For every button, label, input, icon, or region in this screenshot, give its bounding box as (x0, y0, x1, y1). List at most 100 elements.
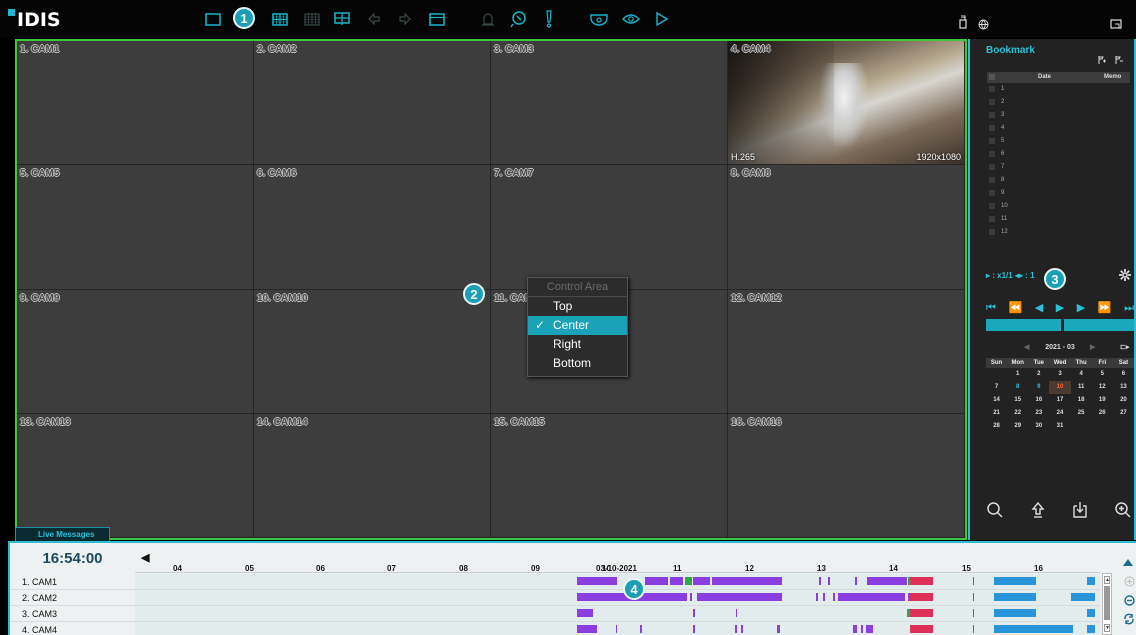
bookmark-row[interactable]: 12 (987, 226, 1130, 239)
channel-track[interactable] (135, 574, 1100, 590)
calendar-day[interactable]: 16 (1028, 394, 1049, 407)
calendar-day[interactable]: 20 (1113, 394, 1134, 407)
channel-track[interactable] (135, 606, 1100, 622)
calendar-day[interactable]: 14 (986, 394, 1007, 407)
view-icon[interactable] (620, 10, 642, 28)
camera-tile-live[interactable]: 4. CAM4 H.265 1920x1080 (728, 41, 965, 166)
menu-item-center[interactable]: ✓ Center (528, 316, 627, 335)
bookmark-row[interactable]: 9 (987, 187, 1130, 200)
timeline-scrollbar[interactable]: ▲ ▼ (1102, 573, 1112, 635)
calendar-day[interactable]: 4 (1071, 368, 1092, 381)
calendar-day[interactable]: 2 (1028, 368, 1049, 381)
settings-gear-icon[interactable] (1118, 268, 1132, 282)
bookmark-row[interactable]: 1 (987, 83, 1130, 96)
camera-tile[interactable]: 13. CAM13 (17, 413, 254, 538)
calendar-day[interactable]: 5 (1092, 368, 1113, 381)
menu-item-bottom[interactable]: Bottom (528, 354, 627, 373)
calendar-day[interactable]: 22 (1007, 407, 1028, 420)
camera-tile[interactable]: 10. CAM10 (254, 289, 491, 414)
collapse-up-icon[interactable] (1122, 557, 1134, 567)
calendar-day[interactable]: 9 (1028, 381, 1049, 394)
camera-tile[interactable]: 8. CAM8 (728, 165, 965, 290)
bookmark-row[interactable]: 8 (987, 174, 1130, 187)
camera-tile[interactable]: 2. CAM2 (254, 41, 491, 166)
camera-tile[interactable]: 1. CAM1 (17, 41, 254, 166)
menu-item-right[interactable]: Right (528, 335, 627, 354)
download-icon[interactable] (1071, 501, 1091, 521)
channel-track[interactable] (135, 590, 1100, 606)
calendar-day[interactable]: 1 (1007, 368, 1028, 381)
calendar-day[interactable]: 29 (1007, 420, 1028, 433)
bookmark-row[interactable]: 4 (987, 122, 1130, 135)
export-icon[interactable] (1029, 501, 1049, 521)
play-icon[interactable]: ▶ (1056, 301, 1064, 315)
fullscreen-icon[interactable] (427, 10, 447, 28)
window-icon[interactable] (1108, 17, 1124, 31)
calendar-day[interactable]: 13 (1113, 381, 1134, 394)
ptz-icon[interactable] (507, 9, 529, 29)
calendar-day[interactable]: 19 (1092, 394, 1113, 407)
prev-group-icon[interactable] (364, 10, 384, 28)
fisheye-icon[interactable] (588, 10, 610, 28)
search-icon[interactable] (986, 501, 1006, 521)
calendar-day[interactable]: 10 (1049, 381, 1071, 394)
fast-forward-icon[interactable]: ⏩ (1098, 301, 1112, 315)
zoom-in-icon[interactable] (1114, 501, 1134, 521)
camera-tile[interactable]: 16. CAM16 (728, 413, 965, 538)
globe-icon[interactable] (976, 17, 990, 31)
go-first-icon[interactable]: ⏮ (986, 301, 996, 315)
calendar-day[interactable]: 27 (1113, 407, 1134, 420)
remove-bookmark-icon[interactable] (1113, 54, 1125, 66)
bookmark-row[interactable]: 10 (987, 200, 1130, 213)
channel-label[interactable]: 3. CAM3 (10, 606, 135, 622)
calendar-mode-icon[interactable]: ⊏▸ (1120, 341, 1129, 355)
layout-2x2-icon[interactable] (270, 10, 290, 28)
camera-tile[interactable]: 15. CAM15 (491, 413, 728, 538)
camera-tile[interactable]: 7. CAM7 (491, 165, 728, 290)
timeline-left-arrow-icon[interactable]: ◀ (141, 551, 149, 564)
calendar-day[interactable]: 15 (1007, 394, 1028, 407)
bookmark-row[interactable]: 7 (987, 161, 1130, 174)
next-month-icon[interactable]: ▶ (1090, 341, 1095, 355)
bookmark-row[interactable]: 3 (987, 109, 1130, 122)
calendar-day[interactable]: 3 (1049, 368, 1070, 381)
playback-progress[interactable] (986, 319, 1134, 331)
calendar-day[interactable]: 23 (1028, 407, 1049, 420)
next-group-icon[interactable] (395, 10, 415, 28)
calendar-day[interactable]: 11 (1071, 381, 1092, 394)
step-forward-icon[interactable]: ▶ (1077, 301, 1085, 315)
calendar-day[interactable]: 6 (1113, 368, 1134, 381)
camera-tile[interactable]: 3. CAM3 (491, 41, 728, 166)
add-bookmark-icon[interactable] (1096, 54, 1108, 66)
calendar-day[interactable]: 30 (1028, 420, 1049, 433)
calendar-day[interactable]: 26 (1092, 407, 1113, 420)
prev-month-icon[interactable]: ◀ (1024, 341, 1029, 355)
fast-rewind-icon[interactable]: ⏪ (1008, 301, 1022, 315)
event-icon[interactable] (540, 9, 558, 29)
camera-tile[interactable]: 14. CAM14 (254, 413, 491, 538)
channel-label[interactable]: 2. CAM2 (10, 590, 135, 606)
bookmark-row[interactable]: 11 (987, 213, 1130, 226)
bookmark-row[interactable]: 2 (987, 96, 1130, 109)
step-back-icon[interactable]: ◀ (1035, 301, 1043, 315)
camera-tile[interactable]: 12. CAM12 (728, 289, 965, 414)
go-last-icon[interactable]: ⏭ (1124, 301, 1134, 315)
calendar-day[interactable]: 24 (1049, 407, 1070, 420)
zoom-in-timeline-icon[interactable] (1122, 574, 1136, 588)
calendar-day[interactable]: 21 (986, 407, 1007, 420)
channel-track[interactable] (135, 622, 1100, 635)
layout-4x4-icon[interactable] (302, 10, 322, 28)
camera-tile[interactable]: 9. CAM9 (17, 289, 254, 414)
bookmark-row[interactable]: 6 (987, 148, 1130, 161)
layout-custom-icon[interactable] (332, 10, 352, 28)
calendar-day[interactable]: 17 (1049, 394, 1070, 407)
refresh-icon[interactable] (1122, 612, 1136, 626)
calendar-day[interactable]: 25 (1071, 407, 1092, 420)
calendar-day[interactable]: 18 (1071, 394, 1092, 407)
alarm-icon[interactable] (478, 10, 498, 28)
calendar-day[interactable]: 7 (986, 381, 1007, 394)
usb-icon[interactable] (957, 14, 969, 30)
menu-item-top[interactable]: Top (528, 297, 627, 316)
timeline-hour-ruler[interactable]: ◀ 03-10-2021 04 05 06 07 08 09 10 11 12 13 14 15 16 (135, 543, 1100, 573)
bookmark-row[interactable]: 5 (987, 135, 1130, 148)
